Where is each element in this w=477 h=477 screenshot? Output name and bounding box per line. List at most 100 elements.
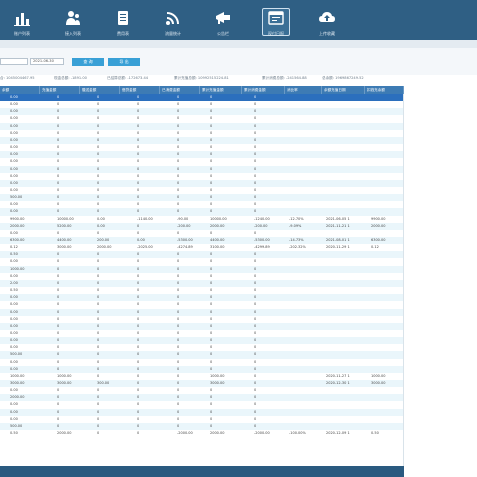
table-row[interactable]: 0.00 0 0 0 0 0 0: [0, 365, 403, 373]
table-row[interactable]: 0.50 0 0 0 0 0 0: [0, 287, 403, 294]
table-row[interactable]: 0.12 3000.00 2000.00 -2025.00 -4274.89 3100.0…: [0, 244, 403, 251]
table-cell: 0: [97, 330, 100, 335]
table-cell: 0: [97, 230, 100, 235]
table-row[interactable]: 0.00 0 0 0 0 0 0: [0, 230, 403, 237]
table-row[interactable]: 0.00 0 0 0 0 0 0: [0, 158, 403, 165]
table-row[interactable]: 0.00 0 0 0 0 0 0: [0, 179, 403, 187]
table-cell: [326, 401, 365, 408]
table-scrollbar[interactable]: [0, 466, 404, 477]
column-header[interactable]: 余额充值日期: [322, 86, 365, 94]
column-header[interactable]: 累计充值金额: [200, 86, 242, 94]
table-row[interactable]: 1000.00 0 0 0 0 0 0: [0, 265, 403, 273]
table-cell: 0: [210, 402, 213, 407]
column-header[interactable]: 借贷金额: [120, 86, 160, 94]
table-row[interactable]: 0.00 0 0 0 0 0 0: [0, 416, 403, 423]
nav-item-3[interactable]: 流量统计: [157, 0, 189, 40]
table-cell: 0.50: [371, 431, 379, 436]
table-row[interactable]: 0.00 0 0 0 0 0 0: [0, 165, 403, 173]
date-from-input[interactable]: [0, 58, 28, 65]
table-row-selected[interactable]: 0.00 0 0 0 0 0 0: [0, 94, 403, 102]
table-row[interactable]: 0.00 0 0 0 0 0 0: [0, 273, 403, 280]
table-row[interactable]: 0.00 0 0 0 0 0 0: [0, 308, 403, 316]
table-row[interactable]: 0.00 0 0 0 0 0 0: [0, 151, 403, 159]
table-row[interactable]: 2.00 0 0 0 0 0 0: [0, 279, 403, 288]
table-row[interactable]: 0.50 0 0 0 0 0 0: [0, 251, 403, 259]
table-row[interactable]: 0.00 0 0 0 0 0 0: [0, 294, 403, 302]
table-row[interactable]: 0.00 0 0 0 0 0 0: [0, 322, 403, 330]
column-header[interactable]: 余额: [0, 86, 40, 94]
column-header[interactable]: 已消费金额: [160, 86, 200, 94]
table-cell: 0: [97, 395, 100, 400]
table-row[interactable]: 0.00 0 0 0 0 0 0: [0, 108, 403, 116]
column-header[interactable]: 充值金额: [40, 86, 80, 94]
table-cell: 0: [97, 409, 100, 414]
table-cell: 0: [177, 187, 180, 192]
table-row[interactable]: 0.00 0 0 0 0 0 0: [0, 344, 403, 351]
nav-item-4[interactable]: 公告栏: [207, 0, 239, 40]
table-row[interactable]: 9900.00 10000.00 0.00 -1140.00 -90.00 10000.0…: [0, 216, 403, 223]
export-button[interactable]: 导 出: [108, 58, 140, 66]
table-row[interactable]: 0.00 0 0 0 0 0 0: [0, 122, 403, 130]
table-cell: 0: [254, 187, 257, 192]
table-cell: 0: [210, 180, 213, 185]
table-row[interactable]: 0.00 0 0 0 0 0 0: [0, 301, 403, 308]
table-cell: 0: [254, 423, 257, 428]
table-cell: 0: [137, 95, 140, 99]
date-to-input[interactable]: 2021-06-30: [30, 58, 64, 65]
column-header[interactable]: 消比率: [285, 86, 322, 94]
table-row[interactable]: 0.00 0 0 0 0 0 0: [0, 387, 403, 394]
table-cell: 0: [177, 209, 180, 214]
table-cell: 0: [177, 95, 180, 99]
table-row[interactable]: 500.00 0 0 0 0 0 0: [0, 194, 403, 202]
table-row[interactable]: 2000.00 5200.00 0.00 0 -200.00 2000.00 -200.00…: [0, 222, 403, 230]
table-cell: [289, 144, 322, 151]
table-row[interactable]: 1000.00 1000.00 0 0 0 1000.00 0 2020-11-27 1 100…: [0, 373, 403, 380]
nav-item-0[interactable]: 账户列表: [6, 0, 38, 40]
table-row[interactable]: 0.00 0 0 0 0 0 0: [0, 101, 403, 108]
table-row[interactable]: 0.00 0 0 0 0 0 0: [0, 258, 403, 265]
table-cell: 0: [137, 416, 140, 421]
table-row[interactable]: 0.00 0 0 0 0 0 0: [0, 408, 403, 416]
table-cell: 0: [210, 116, 213, 121]
table-cell: 0.00: [10, 345, 18, 350]
nav-item-6[interactable]: 上传收藏: [311, 0, 343, 40]
table-cell: 500.00: [10, 423, 23, 428]
table-row[interactable]: 0.00 0 0 0 0 0 0: [0, 136, 403, 145]
table-row[interactable]: 0.00 0 0 0 0 0 0: [0, 130, 403, 137]
search-button[interactable]: 查 询: [72, 58, 104, 66]
table-row[interactable]: 500.00 0 0 0 0 0 0: [0, 422, 403, 431]
table-row[interactable]: 0.00 0 0 0 0 0 0: [0, 208, 403, 216]
table-cell: 0: [177, 130, 180, 135]
table-row[interactable]: 0.00 0 0 0 0 0 0: [0, 201, 403, 208]
table-cell: 0: [254, 302, 257, 307]
nav-item-5[interactable]: 现付日报: [260, 0, 292, 40]
table-row[interactable]: 0.00 0 0 0 0 0 0: [0, 337, 403, 345]
table-row[interactable]: 0.00 0 0 0 0 0 0: [0, 173, 403, 180]
table-row[interactable]: 0.00 0 0 0 0 0 0: [0, 316, 403, 323]
table-row[interactable]: 0.00 0 0 0 0 0 0: [0, 115, 403, 122]
table-row[interactable]: 0.00 0 0 0 0 0 0: [0, 401, 403, 408]
column-header[interactable]: 累计消费金额: [242, 86, 285, 94]
table-cell: 0: [57, 230, 60, 235]
table-cell: 6300.00: [371, 238, 386, 242]
table-cell: 3000.00: [57, 381, 72, 385]
table-row[interactable]: 0.00 0 0 0 0 0 0: [0, 359, 403, 366]
table-cell: [326, 230, 365, 237]
table-row[interactable]: 6300.00 4400.00 200.00 0.00 -5300.00 4400.00 -…: [0, 237, 403, 245]
table-cell: 2000.00: [210, 431, 225, 436]
column-header[interactable]: 扣钱充余额: [365, 86, 404, 94]
table-cell: 2000.00: [97, 245, 112, 250]
table-cell: -4299.89: [254, 245, 270, 250]
table-row[interactable]: 0.00 0 0 0 0 0 0: [0, 144, 403, 151]
column-header[interactable]: 赠送金额: [80, 86, 120, 94]
nav-item-1[interactable]: 接入列表: [57, 0, 89, 40]
table-row[interactable]: 500.00 0 0 0 0 0 0: [0, 351, 403, 359]
table-row[interactable]: 0.00 0 0 0 0 0 0: [0, 187, 403, 194]
nav-item-2[interactable]: 费用表: [107, 0, 139, 40]
table-cell: 0: [210, 352, 213, 357]
table-row[interactable]: 0.50 2000.00 0 0 -2000.00 2000.00 -2000.00 -100…: [0, 430, 403, 437]
table-cell: [326, 108, 365, 115]
table-row[interactable]: 3000.00 3000.00 300.00 0 0 3000.00 0 2020-12-30…: [0, 380, 403, 388]
table-row[interactable]: 2000.00 0 0 0 0 0 0: [0, 394, 403, 402]
table-row[interactable]: 0.00 0 0 0 0 0 0: [0, 330, 403, 337]
